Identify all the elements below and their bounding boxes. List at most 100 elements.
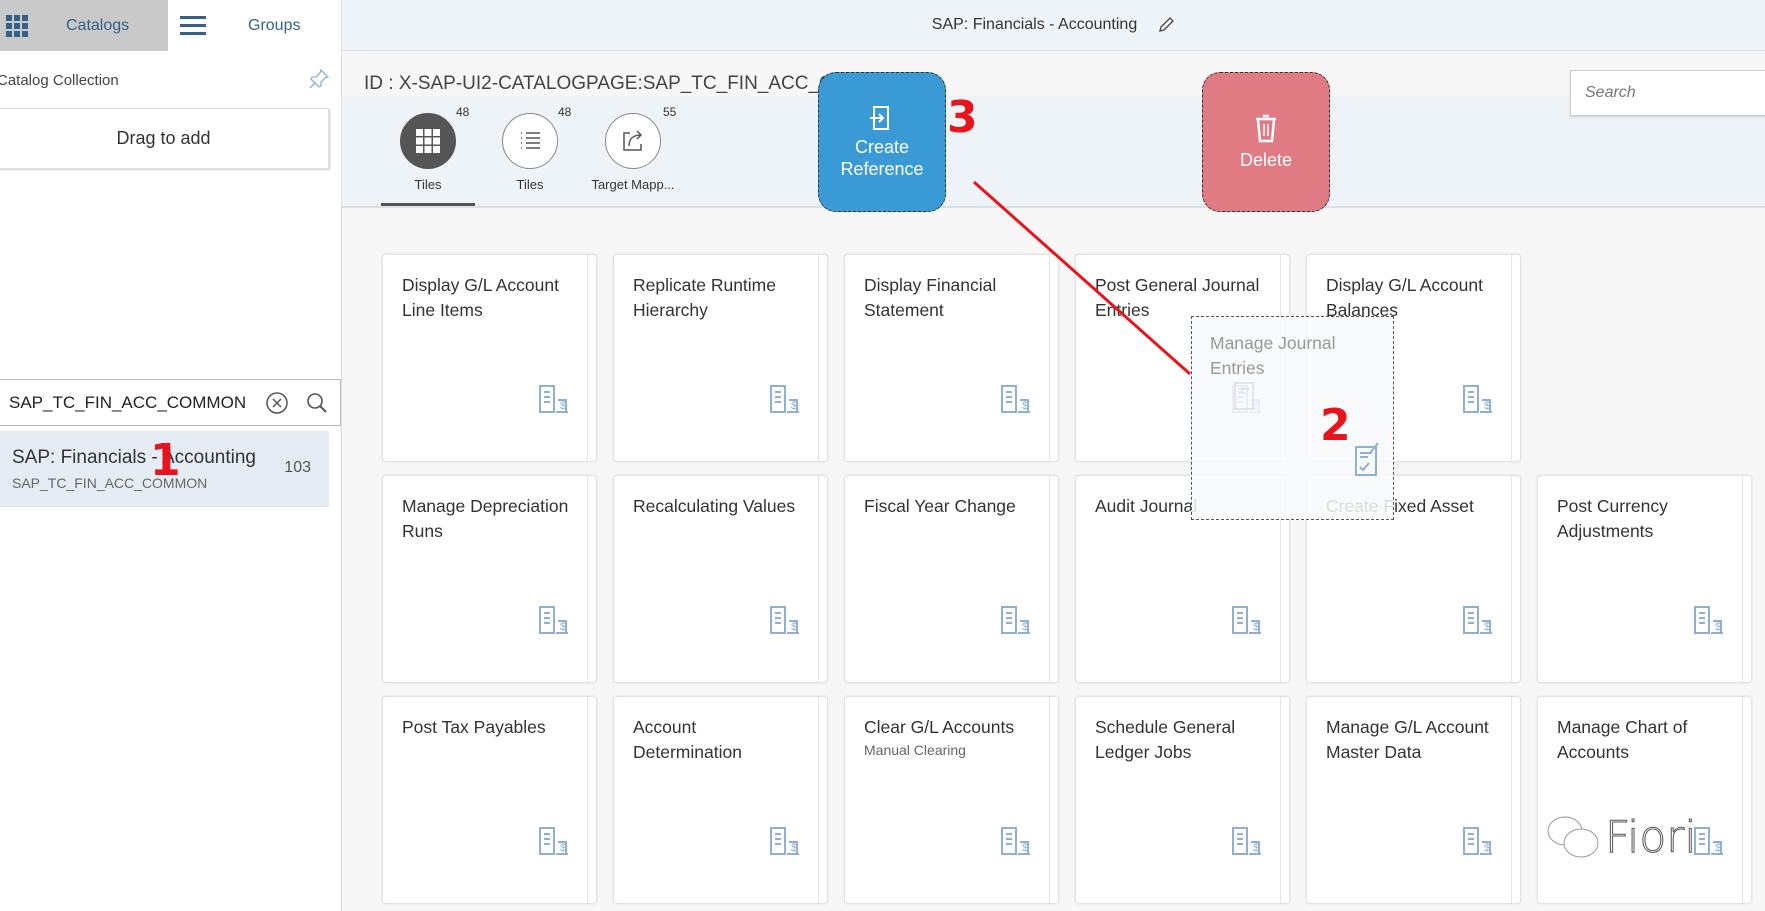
tile[interactable]: Manage Chart of Accounts $ (1537, 696, 1752, 904)
annotation-step-3: 3 (947, 92, 978, 143)
tile-title: Manage Depreciation Runs (402, 496, 569, 541)
svg-text:$: $ (1022, 621, 1028, 633)
document-dollar-icon: $ (539, 827, 568, 855)
search-icon[interactable] (306, 392, 328, 414)
building-dollar-icon: $ (1463, 385, 1492, 413)
tile[interactable]: Post Tax Payables $ (382, 696, 597, 904)
tile-title: Clear G/L Accounts (864, 717, 1015, 737)
depreciation-icon: $ (1001, 606, 1030, 634)
annotation-step-2: 2 (1320, 400, 1351, 451)
tile[interactable]: Manage Depreciation Runs $ (382, 475, 597, 683)
svg-text:$: $ (791, 842, 797, 854)
svg-text:$: $ (1715, 842, 1721, 854)
tile[interactable]: Fiscal Year Change $ (844, 475, 1059, 683)
tab-catalogs-label: Catalogs (66, 16, 130, 34)
tile-search-input[interactable]: Search (1570, 70, 1765, 116)
tab-tiles[interactable]: 48 Tiles (378, 105, 475, 206)
catalog-collection-label: Catalog Collection (0, 72, 119, 89)
wechat-icon (1547, 816, 1599, 857)
document-dollar-icon: $ (1694, 606, 1723, 634)
tile-title: Replicate Runtime Hierarchy (633, 275, 776, 320)
create-reference-label: Create Reference (840, 137, 924, 179)
tile[interactable]: Recalculating Values $ (613, 475, 828, 683)
selected-tab-indicator (381, 203, 475, 206)
tile[interactable]: Replicate Runtime Hierarchy $ (613, 254, 828, 462)
svg-text:$: $ (1022, 842, 1028, 854)
edit-pencil-icon[interactable] (1157, 16, 1175, 34)
tile[interactable]: Post Currency Adjustments $ (1537, 475, 1752, 683)
tab-label: Tiles (414, 177, 442, 192)
tab-count: 48 (558, 105, 572, 119)
grid-icon (400, 113, 456, 169)
depreciation-icon: $ (1232, 827, 1261, 855)
bank-check-icon: $ (1463, 606, 1492, 634)
delete-label: Delete (1239, 150, 1293, 170)
svg-text:$: $ (791, 621, 797, 633)
catalog-item-title: SAP: Financials - Accounting (12, 447, 256, 468)
statement-dollar-icon: $ (1001, 827, 1030, 855)
svg-text:$: $ (791, 400, 797, 412)
drag-to-add-area[interactable]: Drag to add (0, 108, 329, 169)
svg-text:$: $ (560, 842, 566, 854)
tile-title: Post Currency Adjustments (1557, 496, 1668, 541)
statement-dollar-icon: $ (1001, 385, 1030, 413)
dragged-tile[interactable]: Manage Journal Entries (1191, 316, 1394, 520)
tile[interactable]: Clear G/L Accounts Manual Clearing $ (844, 696, 1059, 904)
svg-text:$: $ (1022, 400, 1028, 412)
tab-target-mappings[interactable]: 55 Target Mapp... (583, 105, 676, 192)
tile-title: Display G/L Account Line Items (402, 275, 559, 320)
svg-text:$: $ (560, 621, 566, 633)
svg-text:$: $ (1715, 621, 1721, 633)
page-title: SAP: Financials - Accounting (931, 16, 1138, 33)
tab-count: 48 (456, 105, 470, 119)
database-gear-icon: $ (770, 827, 799, 855)
tab-tiles-list[interactable]: 48 Tiles (480, 105, 571, 192)
tile-title: Manage G/L Account Master Data (1326, 717, 1489, 762)
tile[interactable]: Manage G/L Account Master Data $ (1306, 696, 1521, 904)
documents-dollar-icon: $ (1232, 606, 1261, 634)
catalog-search-input[interactable]: SAP_TC_FIN_ACC_COMMON (0, 379, 341, 426)
tile-title: Account Determination (633, 717, 742, 762)
page-header: SAP: Financials - Accounting (342, 0, 1765, 51)
watermark: Fiori (1545, 812, 1697, 864)
depreciation-icon: $ (539, 606, 568, 634)
tile[interactable]: Display G/L Account Line Items $ (382, 254, 597, 462)
tile[interactable]: Display Financial Statement $ (844, 254, 1059, 462)
delete-drop-target[interactable]: Delete (1202, 72, 1330, 212)
svg-text:$: $ (1484, 400, 1490, 412)
tile-title: Post Tax Payables (402, 717, 546, 737)
tile-title: Schedule General Ledger Jobs (1095, 717, 1236, 762)
building-dollar-icon: $ (539, 385, 568, 413)
tab-catalogs[interactable]: Catalogs (0, 0, 168, 51)
tab-label: Tiles (516, 177, 544, 192)
create-reference-drop-target[interactable]: Create Reference (818, 72, 946, 212)
tile-title: Recalculating Values (633, 496, 796, 516)
svg-text:$: $ (1484, 621, 1490, 633)
tile-title: Display Financial Statement (864, 275, 997, 320)
building-dollar-icon: $ (1463, 827, 1492, 855)
tile[interactable]: Schedule General Ledger Jobs $ (1075, 696, 1290, 904)
tile-title: Manage Chart of Accounts (1557, 717, 1688, 762)
tile-search-placeholder: Search (1585, 84, 1636, 101)
trash-icon (1256, 114, 1276, 143)
create-reference-icon (870, 106, 889, 130)
tab-groups[interactable]: Groups (168, 0, 342, 51)
drag-to-add-label: Drag to add (116, 128, 211, 148)
svg-text:$: $ (1253, 842, 1259, 854)
share-icon (605, 113, 661, 169)
catalog-search-value: SAP_TC_FIN_ACC_COMMON (9, 392, 247, 412)
depreciation-icon: $ (770, 606, 799, 634)
tab-label: Target Mapp... (591, 177, 675, 192)
dragged-tile-title: Manage Journal Entries (1210, 333, 1336, 378)
tile[interactable]: Account Determination $ (613, 696, 828, 904)
catalog-item-count: 103 (284, 459, 311, 476)
svg-text:$: $ (560, 400, 566, 412)
svg-text:$: $ (1253, 621, 1259, 633)
annotation-step-1: 1 (150, 435, 181, 486)
tile-title: Fiscal Year Change (864, 496, 1016, 516)
pin-icon[interactable] (308, 68, 330, 90)
clear-icon[interactable] (266, 391, 288, 414)
menu-icon (180, 15, 206, 35)
tab-count: 55 (663, 105, 677, 119)
tab-groups-label: Groups (248, 16, 301, 34)
